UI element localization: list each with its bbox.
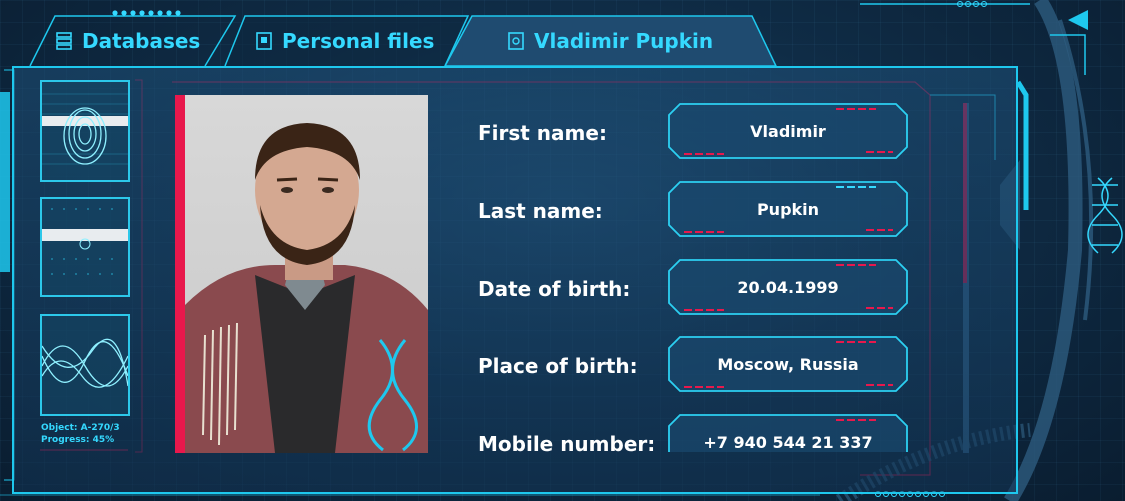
fingerprint-icon [42,93,128,165]
database-icon [56,32,72,50]
date-of-birth-value: 20.04.1999 [737,277,839,297]
person-portrait [185,123,428,453]
tab-databases-label: Databases [82,29,201,53]
last-name-label: Last name: [478,199,603,223]
waveform-icon [42,338,128,388]
profile-photo [185,95,428,453]
scan-grid-icon [42,208,128,275]
date-of-birth-label: Date of birth: [478,277,631,301]
tab-personal-files-label: Personal files [282,29,435,53]
first-name-label: First name: [478,121,607,145]
place-of-birth-value: Moscow, Russia [717,354,859,374]
tab-vladimir-pupkin[interactable]: Vladimir Pupkin [508,16,713,66]
fingerprint-scan-box [40,80,130,182]
photo-accent-bar [175,95,185,453]
fingerprint-scan-box-secondary [40,197,130,297]
place-of-birth-field[interactable]: Moscow, Russia [668,336,908,392]
tab-databases[interactable]: Databases [56,16,200,66]
tab-personal-files[interactable]: Personal files [256,16,434,66]
waveform-box [40,314,130,416]
profile-file-icon [508,32,524,50]
mobile-number-value: +7 940 544 21 337 [703,432,873,452]
first-name-value: Vladimir [750,121,826,141]
last-name-field[interactable]: Pupkin [668,181,908,237]
place-of-birth-label: Place of birth: [478,354,638,378]
object-label: Object: A-270/3 [41,423,120,433]
first-name-field[interactable]: Vladimir [668,103,908,159]
progress-label: Progress: 45% [41,435,115,445]
tab-vladimir-pupkin-label: Vladimir Pupkin [534,29,714,53]
mobile-number-field[interactable]: +7 940 544 21 337 [668,414,908,452]
last-name-value: Pupkin [756,199,820,219]
profile-fields-scroll[interactable]: First name: Last name: Date of birth: Pl… [440,90,930,452]
mobile-number-label: Mobile number: [478,432,656,452]
document-icon [256,32,272,50]
date-of-birth-field[interactable]: 20.04.1999 [668,259,908,315]
